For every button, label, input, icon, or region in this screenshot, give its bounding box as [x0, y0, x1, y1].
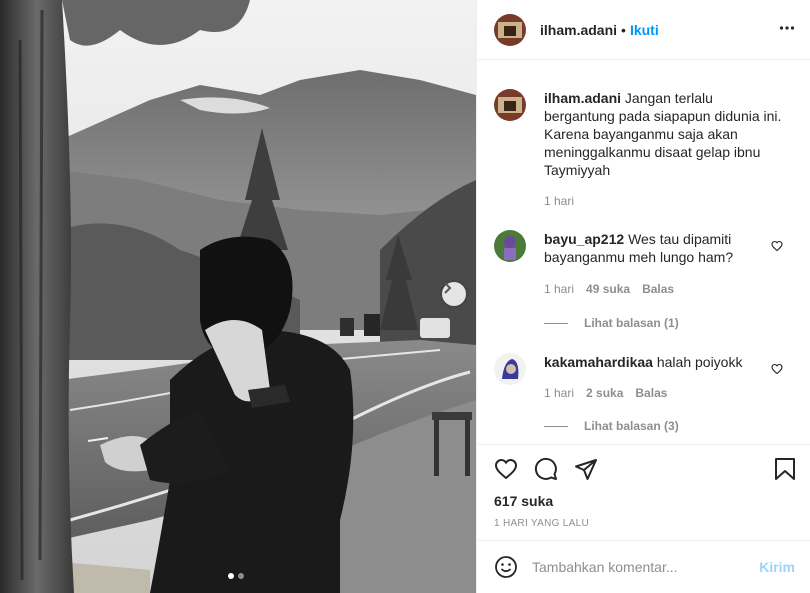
comment-input[interactable] [532, 559, 752, 575]
comments-list[interactable]: ilham.adani Jangan terlalu bergantung pa… [477, 61, 810, 444]
author-avatar[interactable] [494, 13, 526, 46]
view-replies-label: Lihat balasan (3) [584, 419, 679, 433]
carousel-indicator [228, 573, 244, 579]
comment-username[interactable]: kakamahardikaa [544, 354, 653, 370]
separator-dot: • [621, 21, 626, 38]
view-replies-label: Lihat balasan (1) [584, 316, 679, 330]
comment-time[interactable]: 1 hari [544, 386, 574, 400]
replies-divider [544, 425, 568, 427]
post-timestamp[interactable]: 1 HARI YANG LALU [494, 518, 589, 529]
caption-time[interactable]: 1 hari [544, 194, 574, 208]
emoji-icon[interactable] [494, 555, 518, 579]
post-actions: 617 suka 1 HARI YANG LALU [477, 444, 810, 540]
author-username[interactable]: ilham.adani [540, 22, 617, 38]
reply-button[interactable]: Balas [635, 386, 667, 400]
comment-likes[interactable]: 2 suka [586, 386, 623, 400]
post-image [0, 0, 476, 593]
comment-username[interactable]: bayu_ap212 [544, 231, 624, 247]
caption-username[interactable]: ilham.adani [544, 90, 621, 106]
comment-item: bayu_ap212 Wes tau dipamiti bayanganmu m… [494, 230, 754, 266]
comment-bubble-icon[interactable] [534, 457, 558, 481]
view-replies-button[interactable]: Lihat balasan (3) [544, 419, 679, 433]
post-sidebar: ilham.adani • Ikuti ilham.adani Jangan t… [476, 0, 810, 593]
comment-time[interactable]: 1 hari [544, 282, 574, 296]
post-header: ilham.adani • Ikuti [477, 0, 810, 60]
comment-meta: 1 hari 49 suka Balas [544, 282, 674, 296]
caption-meta: 1 hari [544, 194, 574, 208]
comment-likes[interactable]: 49 suka [586, 282, 630, 296]
carousel-dot-active [228, 573, 234, 579]
commenter-avatar[interactable] [494, 353, 526, 385]
post-comment-button[interactable]: Kirim [759, 559, 795, 575]
reply-button[interactable]: Balas [642, 282, 674, 296]
add-comment-bar: Kirim [477, 540, 810, 593]
bookmark-save-icon[interactable] [774, 457, 796, 481]
like-comment-icon[interactable] [771, 363, 783, 375]
comment-meta: 1 hari 2 suka Balas [544, 386, 667, 400]
commenter-avatar[interactable] [494, 230, 526, 262]
share-send-icon[interactable] [574, 457, 598, 481]
like-heart-icon[interactable] [494, 457, 518, 481]
more-options-icon[interactable] [779, 20, 795, 36]
follow-button[interactable]: Ikuti [630, 22, 659, 38]
replies-divider [544, 322, 568, 324]
like-comment-icon[interactable] [771, 240, 783, 252]
comment-item: kakamahardikaa halah poiyokk [494, 353, 754, 385]
carousel-dot [238, 573, 244, 579]
likes-count[interactable]: 617 suka [494, 493, 553, 509]
next-image-button[interactable] [442, 282, 466, 306]
view-replies-button[interactable]: Lihat balasan (1) [544, 316, 679, 330]
chevron-right-icon [444, 282, 452, 294]
caption: ilham.adani Jangan terlalu bergantung pa… [494, 89, 784, 179]
comment-text: halah poiyokk [656, 354, 743, 370]
post-photo[interactable] [0, 0, 476, 593]
author-avatar[interactable] [494, 89, 526, 121]
